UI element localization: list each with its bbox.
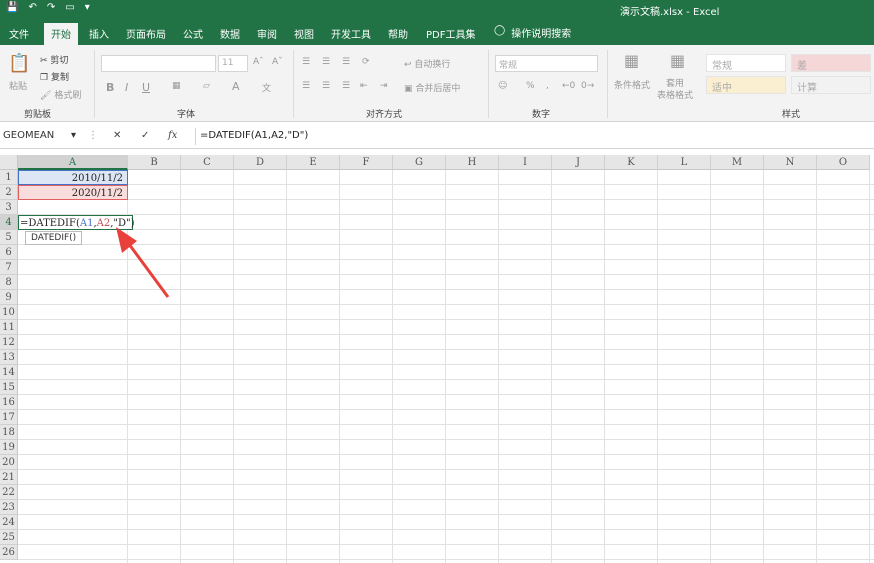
conditional-format-button[interactable]: 条件格式: [614, 78, 650, 91]
tab-pdf-tools[interactable]: PDF工具集: [426, 26, 475, 41]
tab-formulas[interactable]: 公式: [183, 26, 203, 41]
styles-group-label: 样式: [782, 110, 801, 120]
tell-me-label: 操作说明搜索: [511, 29, 572, 40]
percent-button[interactable]: %: [526, 81, 535, 91]
borders-icon[interactable]: ▦: [172, 81, 181, 91]
wrap-icon: ↩: [404, 60, 412, 70]
increase-indent-icon[interactable]: ⇥: [380, 81, 388, 91]
paste-icon[interactable]: 📋: [8, 53, 30, 74]
font-size-select[interactable]: 11: [218, 55, 248, 72]
insert-function-button[interactable]: fx: [168, 130, 177, 141]
cut-button[interactable]: ✂ 剪切: [40, 53, 68, 66]
underline-button[interactable]: U: [142, 81, 150, 94]
table-format-button[interactable]: 套用 表格格式: [657, 78, 693, 102]
decrease-indent-icon[interactable]: ⇤: [360, 81, 368, 91]
print-preview-icon[interactable]: ▭: [65, 2, 74, 13]
customize-qat-icon[interactable]: ▾: [85, 2, 90, 13]
style-calculation[interactable]: 计算: [791, 76, 871, 94]
separator: [607, 50, 608, 118]
phonetic-icon[interactable]: 文: [262, 81, 271, 94]
formula-input[interactable]: =DATEDIF(A1,A2,"D"): [195, 128, 870, 145]
align-center-icon[interactable]: ☰: [322, 81, 330, 91]
save-icon[interactable]: 💾: [6, 2, 18, 13]
name-box-dropdown-icon[interactable]: ▾: [71, 130, 76, 141]
fill-color-icon[interactable]: ▱: [203, 81, 210, 91]
enter-button[interactable]: ✓: [141, 130, 149, 141]
alignment-group-label: 对齐方式: [366, 110, 403, 120]
tab-insert[interactable]: 插入: [89, 26, 109, 41]
tab-data[interactable]: 数据: [220, 26, 240, 41]
tab-review[interactable]: 审阅: [257, 26, 277, 41]
orientation-icon[interactable]: ⟳: [362, 57, 370, 67]
undo-icon[interactable]: ↶: [28, 2, 36, 13]
worksheet-grid[interactable]: ABCDEFGHIJKLMNO 1 2 3 4 5 6 7 8 9 10 11 12 13 14 15 16 1…: [0, 155, 874, 563]
align-left-icon[interactable]: ☰: [302, 81, 310, 91]
brush-icon: 🖌: [40, 91, 52, 101]
separator: [94, 50, 95, 118]
style-bad[interactable]: 差: [791, 54, 871, 72]
font-color-icon[interactable]: A: [232, 80, 240, 93]
merge-center-button[interactable]: ▣ 合并后居中: [404, 81, 460, 94]
scissors-icon: ✂: [40, 56, 48, 66]
cancel-button[interactable]: ✕: [113, 130, 121, 141]
paste-button[interactable]: 粘贴: [9, 79, 27, 92]
accounting-format-icon[interactable]: ☺: [498, 81, 507, 91]
separator: [488, 50, 489, 118]
redo-icon[interactable]: ↷: [47, 2, 55, 13]
increase-decimal-icon[interactable]: ←0: [562, 81, 575, 91]
font-group-label: 字体: [177, 110, 196, 120]
style-neutral[interactable]: 适中: [706, 76, 786, 94]
ribbon: 📋 粘贴 ✂ 剪切 ❐ 复制 🖌 格式刷 剪贴板 11 Aˆ Aˇ B I U …: [0, 45, 874, 122]
format-painter-button[interactable]: 🖌 格式刷: [40, 88, 81, 101]
formula-bar: GEOMEAN ▾ ⋮ ✕ ✓ fx =DATEDIF(A1,A2,"D"): [0, 125, 874, 149]
title-bar: 💾 ↶ ↷ ▭ ▾ 演示文稿.xlsx - Excel: [0, 0, 874, 20]
grow-font-icon[interactable]: Aˆ: [253, 57, 264, 67]
tab-view[interactable]: 视图: [294, 26, 314, 41]
arrow-shaft: [124, 239, 170, 298]
bold-button[interactable]: B: [106, 81, 114, 94]
quick-access-toolbar: 💾 ↶ ↷ ▭ ▾: [6, 2, 90, 13]
style-normal[interactable]: 常规: [706, 54, 786, 72]
decrease-decimal-icon[interactable]: 0→: [581, 81, 594, 91]
merge-icon: ▣: [404, 84, 413, 94]
align-middle-icon[interactable]: ☰: [322, 57, 330, 67]
table-format-icon[interactable]: ▦: [670, 51, 685, 70]
tab-developer[interactable]: 开发工具: [331, 26, 371, 41]
font-name-select[interactable]: [101, 55, 216, 72]
conditional-format-icon[interactable]: ▦: [624, 51, 639, 70]
tell-me-search[interactable]: ◯ 操作说明搜索: [494, 25, 571, 40]
shrink-font-icon[interactable]: Aˇ: [272, 57, 283, 67]
annotation-arrow: [116, 227, 170, 298]
copy-icon: ❐: [40, 73, 49, 83]
wrap-text-button[interactable]: ↩ 自动换行: [404, 57, 450, 70]
lightbulb-icon: ◯: [494, 25, 506, 36]
name-box[interactable]: GEOMEAN ▾: [0, 128, 80, 145]
tab-file[interactable]: 文件: [9, 26, 29, 41]
number-format-select[interactable]: 常规: [495, 55, 598, 72]
tab-page-layout[interactable]: 页面布局: [126, 26, 166, 41]
ribbon-tabs: 文件 开始 插入 页面布局 公式 数据 审阅 视图 开发工具 帮助 PDF工具集…: [0, 20, 874, 45]
tab-help[interactable]: 帮助: [388, 26, 408, 41]
window-title: 演示文稿.xlsx - Excel: [620, 7, 720, 18]
copy-button[interactable]: ❐ 复制: [40, 70, 69, 83]
clipboard-group-label: 剪贴板: [24, 110, 52, 120]
separator: [293, 50, 294, 118]
comma-style-icon[interactable]: ,: [546, 81, 549, 91]
align-top-icon[interactable]: ☰: [302, 57, 310, 67]
align-right-icon[interactable]: ☰: [342, 81, 350, 91]
italic-button[interactable]: I: [125, 81, 128, 94]
tab-home[interactable]: 开始: [44, 23, 78, 45]
more-icon: ⋮: [88, 130, 98, 141]
align-bottom-icon[interactable]: ☰: [342, 57, 350, 67]
number-group-label: 数字: [532, 110, 551, 120]
